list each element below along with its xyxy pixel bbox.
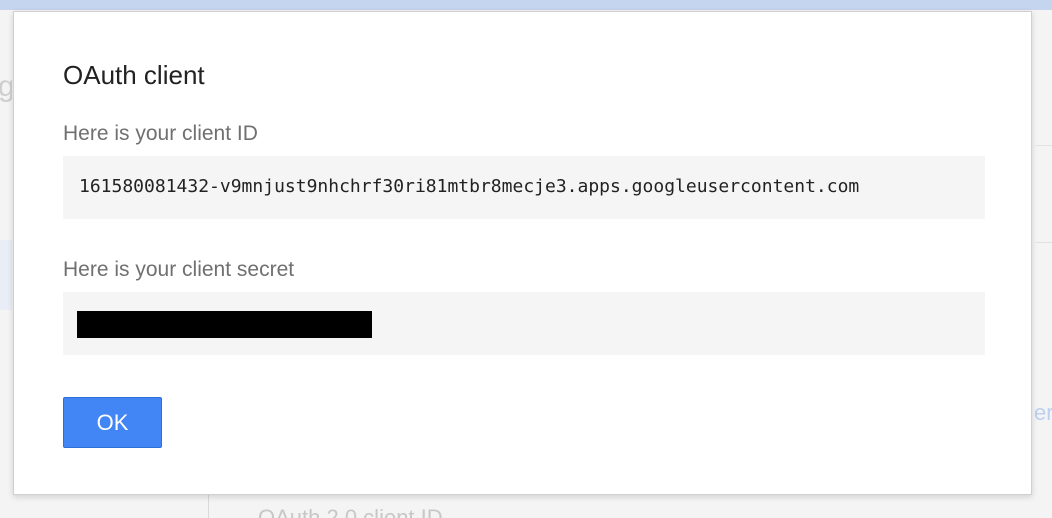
- ok-button[interactable]: OK: [63, 397, 162, 448]
- client-secret-label: Here is your client secret: [63, 258, 295, 281]
- client-secret-redaction: [77, 311, 372, 338]
- background-divider: [1036, 242, 1052, 243]
- client-secret-box: [63, 292, 985, 355]
- oauth-client-dialog: OAuth client Here is your client ID 1615…: [13, 11, 1032, 495]
- background-sidebar-item: [0, 240, 12, 310]
- background-link: er: [1034, 400, 1052, 425]
- client-id-label: Here is your client ID: [63, 122, 258, 145]
- background-divider: [1036, 145, 1052, 146]
- background-page-heading: ge: [0, 70, 12, 103]
- dialog-title: OAuth client: [63, 60, 205, 90]
- background-top-bar: [0, 0, 1052, 10]
- client-id-box: 161580081432-v9mnjust9nhchrf30ri81mtbr8m…: [63, 156, 985, 219]
- background-list-item: OAuth 2.0 client ID: [258, 506, 443, 518]
- client-id-value[interactable]: 161580081432-v9mnjust9nhchrf30ri81mtbr8m…: [79, 176, 859, 197]
